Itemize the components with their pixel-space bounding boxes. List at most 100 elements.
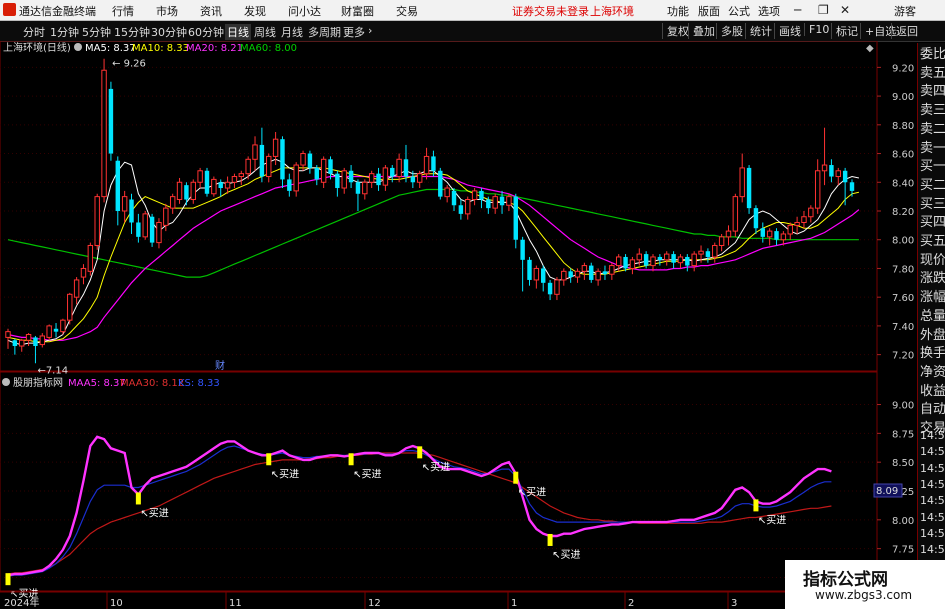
buy-signal-bar (348, 453, 354, 466)
menu-news[interactable]: 资讯 (200, 3, 222, 19)
side-label[interactable]: 卖二 (920, 122, 945, 137)
side-label[interactable]: 收益 (920, 384, 945, 399)
side-label[interactable]: 委比 (920, 47, 945, 62)
period-1min[interactable]: 1分钟 (50, 24, 79, 40)
side-label[interactable]: 卖四 (920, 84, 945, 99)
side-label[interactable]: 换手 (920, 346, 945, 361)
menu-function[interactable]: 功能 (667, 3, 689, 19)
login-notice[interactable]: 证券交易未登录 (512, 3, 589, 19)
statistics-button[interactable]: 统计 (745, 23, 772, 39)
date-label-12: 12 (368, 598, 381, 609)
period-15min[interactable]: 15分钟 (114, 24, 150, 40)
candle-body (156, 221, 162, 244)
buy-signal-label: ↖买进 (552, 549, 580, 561)
side-label[interactable]: 买一 (920, 159, 945, 174)
period-weekly[interactable]: 周线 (254, 24, 276, 40)
indicator-tick-label: 7.75 (892, 545, 914, 556)
back-button[interactable]: 返回 (891, 23, 918, 39)
buy-signal-label: ↖买进 (758, 514, 786, 526)
side-label[interactable]: 买四 (920, 215, 945, 230)
candle-body (766, 230, 773, 238)
menu-layout[interactable]: 版面 (698, 3, 720, 19)
buy-signal-bar (513, 471, 519, 484)
side-label[interactable]: 净资 (920, 365, 945, 380)
candle-body (739, 167, 745, 198)
menu-formula[interactable]: 公式 (728, 3, 750, 19)
side-label[interactable]: 买三 (920, 197, 945, 212)
candle-body (609, 265, 615, 275)
candle-body (423, 155, 430, 175)
draw-line-button[interactable]: 画线 (774, 23, 801, 39)
date-label-3: 3 (731, 598, 737, 609)
overlay-button[interactable]: 叠加 (688, 23, 715, 39)
side-label[interactable]: 卖五 (920, 66, 945, 81)
candle-body (348, 170, 354, 183)
side-label[interactable]: 卖一 (920, 141, 945, 156)
side-label[interactable]: 涨幅 (920, 290, 945, 305)
tick-time: 14:56 (920, 543, 945, 557)
period-multi[interactable]: 多周期 (308, 24, 341, 40)
side-label[interactable]: 买二 (920, 178, 945, 193)
candle-body (335, 173, 340, 189)
user-guest[interactable]: 游客 (894, 3, 916, 19)
indicator-panel-frame (0, 371, 878, 592)
quote-side-panel: 委比卖五卖四卖三卖二卖一买一买二买三买四买五现价涨跌涨幅总量外盘换手净资收益自动… (917, 43, 945, 609)
ma20-polyline (7, 175, 860, 341)
side-label[interactable]: 总量 (920, 309, 945, 324)
more-chevron-icon[interactable]: › (368, 24, 372, 37)
period-5min[interactable]: 5分钟 (82, 24, 111, 40)
menu-xiaoda[interactable]: 问小达 (288, 3, 321, 19)
indicator-toggle-icon[interactable] (2, 378, 10, 386)
candle-body (410, 176, 416, 183)
indicator-tick-label: 8.50 (892, 458, 914, 469)
side-label[interactable]: 涨跌 (920, 271, 945, 286)
candle-body (780, 233, 787, 241)
candle-body (33, 337, 38, 347)
low-price-marker: ←7.14 (37, 365, 68, 376)
period-30min[interactable]: 30分钟 (151, 24, 187, 40)
side-label[interactable]: 自动 (920, 402, 945, 417)
candle-body (60, 319, 66, 333)
indicator-tick-label: 8.00 (892, 516, 914, 527)
close-icon[interactable]: ✕ (840, 3, 850, 17)
menu-options[interactable]: 选项 (758, 3, 780, 19)
legend-toggle-icon[interactable] (74, 43, 82, 51)
period-timeshare[interactable]: 分时 (23, 24, 45, 40)
period-more[interactable]: 更多 (343, 24, 365, 40)
restore-rights-button[interactable]: 复权 (662, 23, 689, 39)
tick-time: 14:56 (920, 445, 945, 459)
panel-menu-icon[interactable]: ◆ (866, 43, 874, 54)
menu-discover[interactable]: 发现 (244, 3, 266, 19)
candle-body (368, 173, 375, 183)
period-60min[interactable]: 60分钟 (188, 24, 224, 40)
menu-quotes[interactable]: 行情 (112, 3, 134, 19)
period-daily[interactable]: 日线 (225, 24, 251, 40)
menu-wealth-circle[interactable]: 财富圈 (341, 3, 374, 19)
f10-button[interactable]: F10 (804, 23, 829, 36)
watermark: 指标公式网 www.zbgs3.com (785, 560, 945, 609)
watermark-url: www.zbgs3.com (815, 588, 913, 602)
menu-trade[interactable]: 交易 (396, 3, 418, 19)
price-tick-label: 9.00 (892, 92, 914, 103)
ma60-line (7, 188, 859, 278)
period-monthly[interactable]: 月线 (281, 24, 303, 40)
ma10-polyline (7, 167, 860, 343)
candle-body (362, 181, 368, 195)
candle-body (121, 196, 128, 212)
candle-body (849, 182, 855, 191)
ma60-legend: MA60: 8.00 (240, 43, 297, 54)
restore-icon[interactable]: ❐ (818, 3, 829, 17)
side-label[interactable]: 买五 (920, 234, 945, 249)
mark-button[interactable]: 标记 (831, 23, 858, 39)
side-label[interactable]: 现价 (920, 253, 945, 268)
candle-body (664, 253, 670, 261)
kline-chart[interactable]: ↖买进↖买进↖买进 ↖买进↖买进↖买进↖买进↖买进 9.209.008.808.6… (0, 41, 917, 609)
candle-body (390, 167, 395, 177)
menu-market[interactable]: 市场 (156, 3, 178, 19)
finance-marker[interactable]: 财 (215, 359, 225, 372)
multi-stock-button[interactable]: 多股 (716, 23, 743, 39)
side-label[interactable]: 卖三 (920, 103, 945, 118)
candle-body (506, 196, 512, 206)
minimize-icon[interactable]: ─ (794, 3, 801, 17)
side-label[interactable]: 外盘 (920, 328, 945, 343)
